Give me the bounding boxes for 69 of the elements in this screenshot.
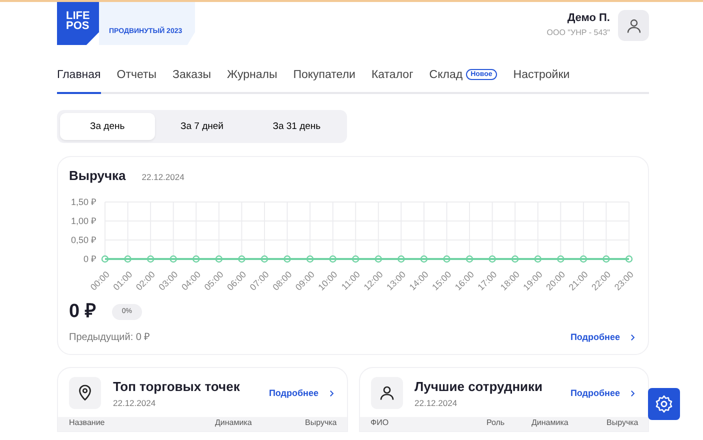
column-header: Выручка bbox=[305, 418, 337, 428]
column-header: ФИО bbox=[370, 418, 389, 428]
nav-tab[interactable]: Главная bbox=[57, 67, 101, 94]
column-header: Роль bbox=[486, 418, 505, 428]
data-point bbox=[260, 255, 268, 262]
data-point bbox=[534, 255, 542, 262]
previous-value: Предыдущий: 0 ₽ bbox=[69, 331, 150, 346]
company-name: ООО "УНР - 543" bbox=[546, 26, 610, 38]
y-axis-label: 1,50 ₽ bbox=[70, 196, 96, 207]
column-header: Динамика bbox=[215, 418, 252, 428]
location-pin-icon bbox=[76, 384, 94, 402]
data-point bbox=[580, 255, 588, 262]
user-icon bbox=[624, 16, 642, 34]
data-point bbox=[329, 255, 336, 262]
person-icon bbox=[378, 384, 396, 402]
data-point bbox=[215, 255, 223, 262]
column-header: Название bbox=[69, 418, 105, 428]
user-name: Демо П. bbox=[566, 11, 610, 26]
avatar-button[interactable] bbox=[618, 10, 649, 41]
total-value: 0 ₽ bbox=[69, 300, 96, 324]
nav-tab[interactable]: Отчеты bbox=[116, 67, 157, 94]
data-point bbox=[192, 255, 200, 262]
data-point bbox=[398, 255, 405, 262]
data-point bbox=[101, 255, 109, 262]
card-title: Выручка bbox=[69, 167, 126, 186]
chevron-icon bbox=[628, 388, 637, 398]
data-point bbox=[625, 255, 633, 262]
column-header: Динамика bbox=[532, 418, 568, 428]
new-badge: Новое bbox=[466, 69, 498, 80]
nav-tab[interactable]: Каталог bbox=[371, 67, 414, 94]
y-axis-label: 0 ₽ bbox=[83, 254, 96, 264]
data-point bbox=[146, 255, 154, 262]
nav-tab[interactable]: Заказы bbox=[172, 67, 211, 94]
card-title: Топ торговых точек bbox=[113, 378, 241, 396]
data-point bbox=[352, 255, 360, 262]
period-tab[interactable]: За день bbox=[60, 113, 155, 140]
date-label: 22.12.2024 bbox=[113, 396, 157, 410]
nav-tab[interactable]: Журналы bbox=[226, 67, 278, 94]
date-label: 22.12.2024 bbox=[414, 396, 458, 410]
settings-icon bbox=[654, 394, 674, 414]
data-point bbox=[170, 255, 177, 262]
period-tab[interactable]: За 7 дней bbox=[154, 113, 250, 140]
more-link[interactable]: Подробнее bbox=[570, 386, 637, 400]
nav-tab[interactable]: Склад $^{Новое}$ bbox=[429, 67, 498, 94]
chevron-icon bbox=[628, 333, 637, 342]
date-label: 22.12.2024 bbox=[142, 171, 184, 184]
data-point bbox=[374, 255, 382, 262]
data-point bbox=[466, 255, 474, 262]
y-axis-label: 1,00 ₽ bbox=[70, 216, 96, 226]
card-title: Лучшие сотрудники bbox=[414, 378, 544, 396]
data-point bbox=[511, 255, 519, 262]
y-axis-label: 0,50 ₽ bbox=[70, 234, 96, 245]
data-point bbox=[488, 255, 496, 262]
data-point bbox=[124, 255, 132, 262]
more-link[interactable]: Подробнее bbox=[268, 386, 336, 400]
data-point bbox=[557, 255, 564, 262]
data-point bbox=[306, 255, 314, 262]
data-point bbox=[420, 255, 428, 262]
nav-tab[interactable]: Покупатели bbox=[293, 67, 356, 94]
settings-button[interactable] bbox=[648, 388, 680, 420]
period-tab[interactable]: За 31 день bbox=[249, 113, 344, 140]
column-header: Выручка bbox=[606, 418, 638, 428]
data-point bbox=[238, 255, 246, 262]
logo: LIFE POS bbox=[57, 2, 99, 45]
data-point bbox=[443, 255, 450, 262]
nav-tab[interactable]: Настройки bbox=[513, 67, 570, 94]
data-point bbox=[602, 255, 610, 262]
more-link[interactable]: Подробнее bbox=[570, 331, 637, 344]
data-point bbox=[284, 255, 291, 262]
